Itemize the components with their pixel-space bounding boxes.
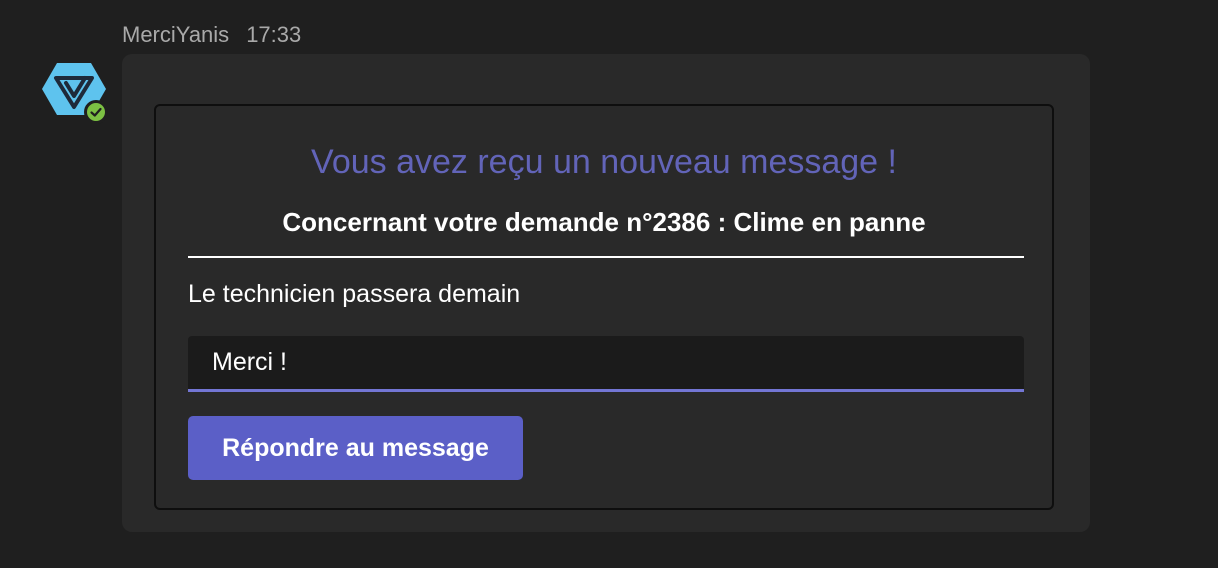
card-title: Vous avez reçu un nouveau message ! bbox=[311, 143, 897, 181]
adaptive-card: Vous avez reçu un nouveau message ! Conc… bbox=[154, 104, 1054, 510]
avatar[interactable] bbox=[40, 60, 108, 124]
reply-input[interactable]: Merci ! bbox=[188, 336, 1024, 392]
reply-button-label: Répondre au message bbox=[222, 433, 489, 462]
reply-input-value: Merci ! bbox=[212, 348, 287, 376]
check-badge-icon bbox=[84, 100, 108, 124]
message-timestamp: 17:33 bbox=[246, 22, 302, 47]
reply-button[interactable]: Répondre au message bbox=[188, 416, 523, 480]
message-bubble: Vous avez reçu un nouveau message ! Conc… bbox=[122, 54, 1090, 532]
sender-name[interactable]: MerciYanis bbox=[122, 22, 229, 48]
message-header: MerciYanis 17:33 bbox=[122, 20, 301, 50]
message-body: Le technicien passera demain bbox=[188, 280, 521, 308]
card-subtitle: Concernant votre demande n°2386 : Clime … bbox=[282, 207, 926, 237]
divider bbox=[188, 256, 1024, 258]
